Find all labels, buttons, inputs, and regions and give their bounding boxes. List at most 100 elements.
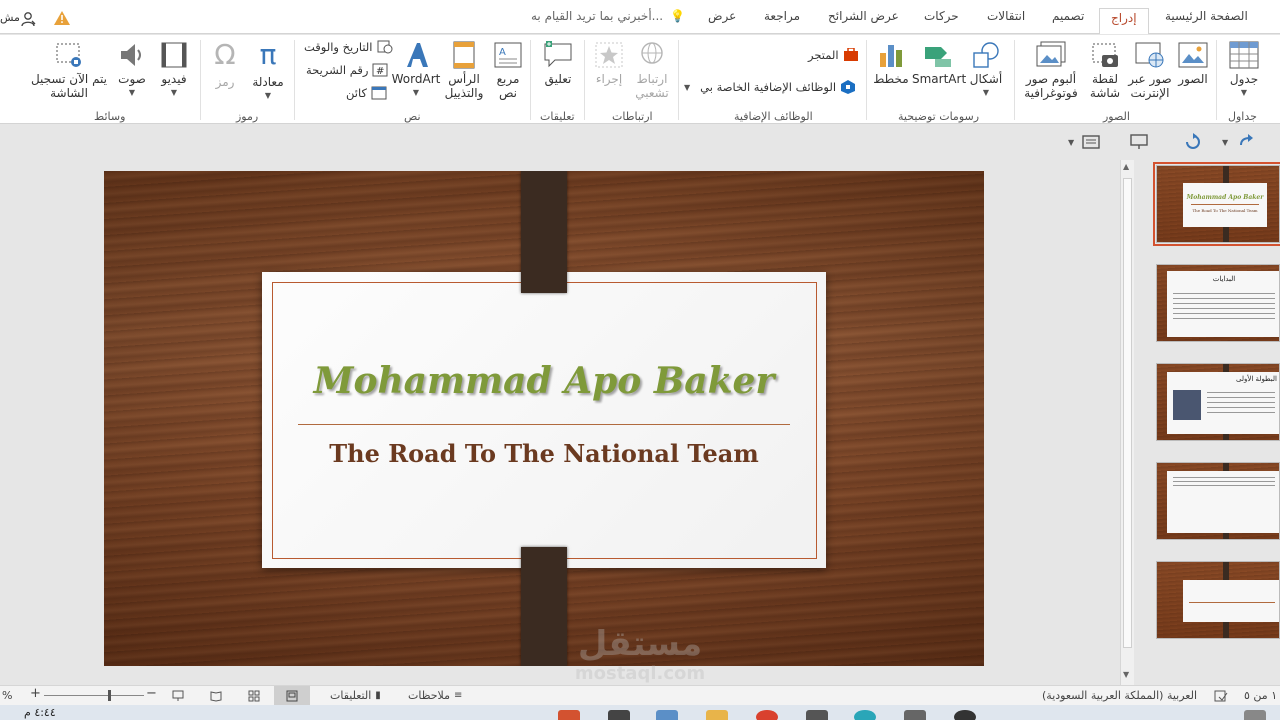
taskbar-app-icon[interactable]	[904, 710, 926, 720]
thumb-strap	[1223, 434, 1229, 440]
tab-animations[interactable]: حركات	[924, 9, 959, 23]
chart-button[interactable]: مخطط	[872, 41, 910, 86]
scrollbar-thumb[interactable]	[1123, 178, 1132, 648]
date-time-button[interactable]: التاريخ والوقت	[304, 40, 393, 54]
slide-scrollbar[interactable]: ▲ ▼	[1120, 160, 1134, 685]
screen-recording-button[interactable]: يتم الآن تسجيل الشاشة	[26, 41, 112, 100]
symbol-button[interactable]: Ω رمز	[206, 38, 244, 90]
chevron-down-icon: ▼	[412, 88, 420, 97]
slide-thumbnail-2[interactable]: البدايات	[1156, 264, 1280, 342]
slide-title[interactable]: Mohammad Apo Baker	[262, 360, 826, 402]
powerpoint-taskbar-icon[interactable]	[558, 710, 580, 720]
spellcheck-icon[interactable]	[1214, 690, 1228, 702]
tab-transitions[interactable]: انتقالات	[987, 9, 1025, 23]
store-button[interactable]: المتجر	[808, 48, 859, 62]
tab-home[interactable]: الصفحة الرئيسية	[1165, 9, 1248, 23]
wordart-button[interactable]: WordArt ▼	[390, 41, 442, 100]
language-indicator[interactable]: العربية (المملكة العربية السعودية)	[1042, 689, 1197, 702]
tab-design[interactable]: تصميم	[1052, 9, 1084, 23]
slide-thumbnail-1[interactable]: Mohammad Apo Baker The Road To The Natio…	[1153, 162, 1280, 246]
screen-record-icon	[56, 43, 81, 67]
notes-toggle[interactable]: ملاحظات ≡	[408, 689, 462, 702]
divider	[866, 40, 867, 120]
zoom-percent[interactable]: %	[2, 689, 12, 702]
globe-picture-icon	[1135, 42, 1164, 68]
card-border	[272, 282, 817, 559]
thumb-strap	[1223, 166, 1229, 184]
folder-taskbar-icon[interactable]	[706, 710, 728, 720]
action-button[interactable]: إجراء	[590, 41, 628, 86]
slide-thumbnail-3[interactable]: البطولة الأولى	[1156, 363, 1280, 441]
taskbar-app-icon[interactable]	[854, 710, 876, 720]
smartart-button[interactable]: SmartArt	[912, 41, 966, 86]
redo-icon[interactable]	[1238, 134, 1256, 150]
tab-view[interactable]: عرض	[708, 9, 736, 23]
lightbulb-icon: 💡	[669, 9, 685, 23]
tab-review[interactable]: مراجعة	[764, 9, 800, 23]
touch-mode-icon[interactable]	[1082, 134, 1100, 150]
zoom-slider[interactable]	[44, 695, 144, 696]
chrome-taskbar-icon[interactable]	[756, 710, 778, 720]
taskbar-app-icon[interactable]	[806, 710, 828, 720]
comment-icon: ▮	[375, 690, 381, 701]
slide-thumbnail-5[interactable]	[1156, 561, 1280, 639]
title-divider	[298, 424, 790, 425]
bottom-strap	[521, 547, 567, 666]
notes-icon: ≡	[454, 690, 463, 701]
chevron-down-icon[interactable]: ▼	[1222, 138, 1228, 147]
online-pictures-button[interactable]: صور عبر الإنترنت	[1128, 41, 1172, 100]
scroll-up-icon[interactable]: ▲	[1123, 162, 1129, 171]
account-name[interactable]: مش	[0, 11, 20, 24]
hyperlink-button[interactable]: ارتباط تشعبي	[630, 41, 674, 100]
thumb-photo	[1173, 390, 1201, 420]
taskbar-clock[interactable]: ٤:٤٤ م	[24, 706, 56, 719]
picture-icon	[1178, 42, 1208, 68]
reading-view-icon[interactable]	[210, 690, 222, 702]
start-icon[interactable]	[1244, 710, 1266, 720]
thumb-strap	[1223, 364, 1229, 372]
tell-me-search[interactable]: أخبرني بما تريد القيام به... 💡	[531, 9, 685, 23]
undo-icon[interactable]	[1184, 133, 1202, 151]
comments-toggle[interactable]: التعليقات ▮	[330, 689, 381, 702]
slideshow-view-icon[interactable]	[172, 690, 184, 702]
chevron-down-icon: ▼	[128, 88, 136, 97]
comment-button[interactable]: تعليق	[538, 41, 578, 86]
my-addins-button[interactable]: ▼ الوظائف الإضافية الخاصة بي	[684, 80, 856, 94]
presenter-icon[interactable]	[1130, 134, 1148, 150]
calendar-clock-icon	[377, 40, 392, 54]
video-button[interactable]: فيديو ▼	[154, 41, 194, 100]
zoom-slider-thumb[interactable]	[108, 690, 111, 701]
taskbar-app-icon[interactable]	[954, 710, 976, 720]
slide-sorter-icon[interactable]	[248, 690, 260, 702]
warning-icon[interactable]	[54, 11, 70, 25]
object-button[interactable]: كائن	[346, 86, 387, 100]
audio-button[interactable]: صوت ▼	[114, 41, 150, 100]
normal-view-button[interactable]	[274, 686, 310, 706]
slide-number-button[interactable]: رقم الشريحة #	[306, 63, 388, 77]
zoom-in-icon[interactable]: +	[30, 686, 41, 701]
header-footer-button[interactable]: الرأس والتذييل	[440, 41, 488, 100]
chevron-down-icon[interactable]: ▼	[1068, 138, 1074, 147]
user-icon[interactable]	[20, 11, 36, 27]
pictures-button[interactable]: الصور	[1174, 41, 1212, 86]
tab-insert[interactable]: إدراج	[1099, 8, 1149, 34]
table-button[interactable]: جدول ▼	[1222, 41, 1266, 100]
zoom-out-icon[interactable]: −	[146, 686, 157, 701]
group-label-links: ارتباطات	[612, 110, 653, 123]
chevron-down-icon: ▼	[982, 88, 990, 97]
textbox-button[interactable]: A مربع نص	[490, 41, 526, 100]
scroll-down-icon[interactable]: ▼	[1123, 670, 1129, 679]
slide-thumbnail-4[interactable]	[1156, 462, 1280, 540]
bar-chart-icon	[880, 45, 902, 67]
screenshot-button[interactable]: لقطة شاشة	[1085, 41, 1125, 100]
photo-album-button[interactable]: ألبوم صور فوتوغرافية	[1020, 41, 1082, 100]
omega-icon: Ω	[214, 38, 236, 71]
slide-canvas[interactable]: Mohammad Apo Baker The Road To The Natio…	[104, 171, 984, 666]
thumb-card	[1167, 471, 1279, 533]
shapes-button[interactable]: أشكال ▼	[966, 41, 1006, 100]
taskbar-app-icon[interactable]	[656, 710, 678, 720]
equation-button[interactable]: π معادلة ▼	[248, 41, 288, 103]
tab-slideshow[interactable]: عرض الشرائح	[828, 9, 899, 23]
taskbar-app-icon[interactable]	[608, 710, 630, 720]
slide-subtitle[interactable]: The Road To The National Team	[262, 439, 826, 468]
